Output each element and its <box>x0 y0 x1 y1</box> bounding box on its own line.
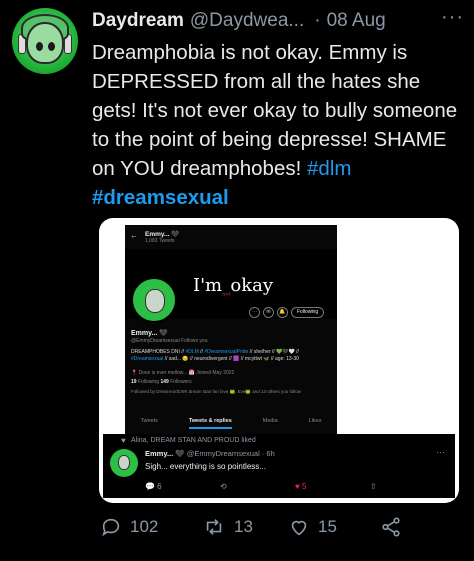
share-button[interactable] <box>380 516 402 538</box>
heart-icon: ♥ <box>121 436 126 445</box>
more-options-icon[interactable]: ··· <box>441 6 464 29</box>
tab-tweets: Tweets <box>140 418 158 424</box>
profile-picture <box>131 277 177 323</box>
tweet-header: Daydream @Daydwea... · 08 Aug <box>92 10 464 32</box>
retweet-icon <box>206 519 222 535</box>
profile-name: Emmy... 🖤 <box>131 330 168 337</box>
profile-bio: DREAMPHOBES DNI // #DLM // #DreamsexualP… <box>131 349 299 362</box>
avatar-eye <box>36 42 43 51</box>
profile-meta: 📍 Dove is ever mellow... 📅 Joined May 20… <box>131 370 235 376</box>
liked-by-text: Alina, DREAM STAN AND PROUD liked <box>131 437 256 444</box>
more-icon: ⋯ <box>249 307 260 318</box>
reply-count: 💬 6 <box>145 482 162 491</box>
author-avatar[interactable] <box>12 8 78 74</box>
profile-buttons: ⋯ ✉ 🔔 Following <box>249 307 325 318</box>
hashtag-link[interactable]: #dreamsexual <box>92 186 229 209</box>
liked-tweet-header: Emmy... 🖤 @EmmyDreamsexual · 6h <box>145 449 275 458</box>
notify-icon: 🔔 <box>277 307 288 318</box>
retweet-count: 13 <box>234 517 253 536</box>
reply-count: 102 <box>130 517 159 536</box>
hashtag-link[interactable]: #dlm <box>307 157 351 180</box>
profile-stats: 19 Following 149 Followers <box>131 379 192 385</box>
message-icon: ✉ <box>263 307 274 318</box>
retweet-button[interactable]: 13 <box>202 516 288 538</box>
avatar-eye <box>48 42 55 51</box>
liked-tweet-avatar <box>110 449 138 477</box>
share-icon <box>382 517 400 537</box>
tab-media: Media <box>262 418 278 424</box>
profile-screenshot: ← Emmy... 🖤 1,083 Tweets I'mnotokay ⋯ ✉ … <box>125 225 337 447</box>
reply-button[interactable]: 102 <box>100 516 202 538</box>
tab-likes: Likes <box>308 418 322 424</box>
tab-tweets-replies: Tweets & replies <box>188 418 232 429</box>
like-button[interactable]: 15 <box>288 516 380 538</box>
liked-tweet-screenshot: ♥ Alina, DREAM STAN AND PROUD liked Emmy… <box>103 434 455 498</box>
screenshot-header-name: Emmy... 🖤 <box>145 231 180 238</box>
tweet-date[interactable]: 08 Aug <box>327 10 386 32</box>
reply-icon <box>102 518 120 537</box>
retweet-icon: ⟲ <box>220 482 227 491</box>
tweet-body: Dreamphobia is not okay. Emmy is DEPRESS… <box>92 41 458 180</box>
more-icon: ··· <box>436 447 445 457</box>
following-button: Following <box>291 307 325 318</box>
profile-handle: @EmmyDreamsexual Follows you <box>131 338 208 344</box>
like-count: ♥ 5 <box>295 482 307 491</box>
profile-tabs: Tweets Tweets & replies Media Likes <box>125 418 337 429</box>
heart-icon <box>291 520 307 536</box>
liked-tweet-actions: 💬 6 ⟲ ♥ 5 ⇧ <box>145 482 445 491</box>
author-handle[interactable]: @Daydwea... <box>190 10 304 32</box>
followed-by: Followed by DreamAndCNR dream stan fan l… <box>131 389 302 394</box>
author-display-name[interactable]: Daydream <box>92 10 184 32</box>
like-count: 15 <box>318 517 337 536</box>
banner-text: I'mnotokay <box>193 275 274 298</box>
separator: · <box>314 10 321 31</box>
tweet-actions: 102 13 15 <box>100 512 420 542</box>
tweet-text: Dreamphobia is not okay. Emmy is DEPRESS… <box>92 38 464 212</box>
back-arrow-icon: ← <box>130 231 138 240</box>
avatar-face <box>26 22 64 64</box>
liked-tweet-text: Sigh... everything is so pointless... <box>145 462 266 471</box>
attached-image[interactable]: ← Emmy... 🖤 1,083 Tweets I'mnotokay ⋯ ✉ … <box>99 218 459 503</box>
share-icon: ⇧ <box>370 482 377 491</box>
screenshot-tweet-count: 1,083 Tweets <box>145 238 175 244</box>
